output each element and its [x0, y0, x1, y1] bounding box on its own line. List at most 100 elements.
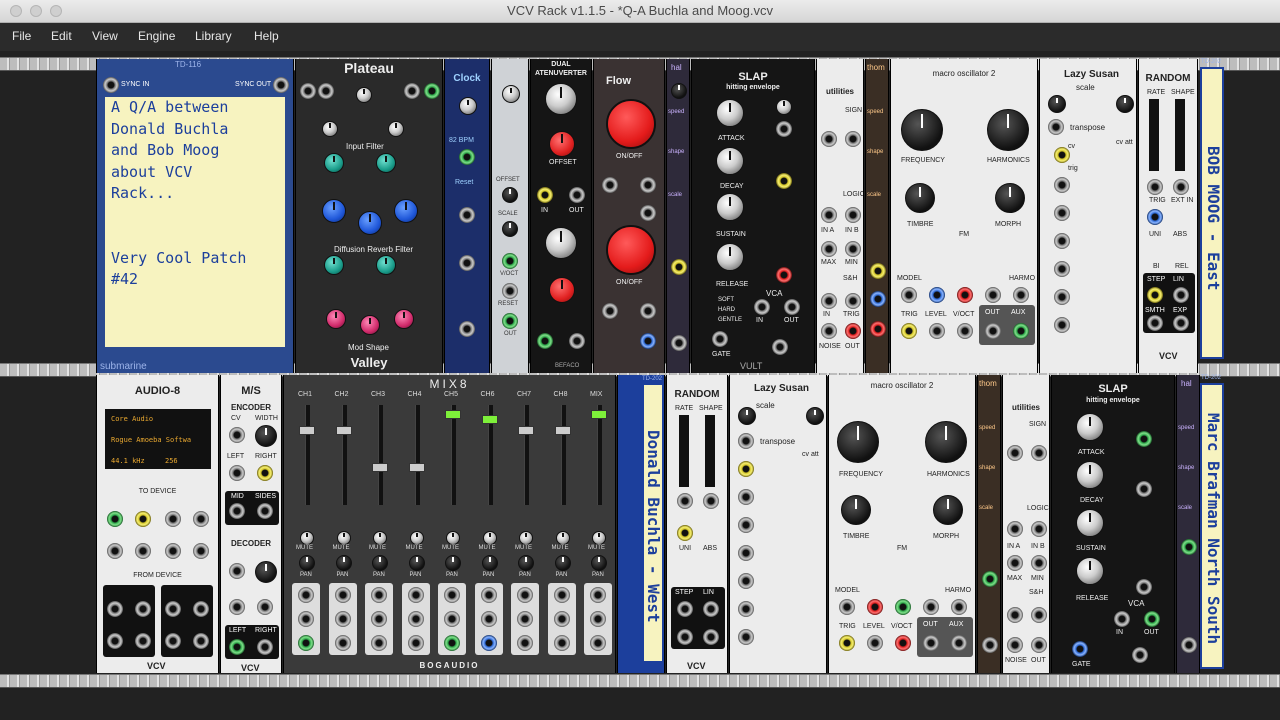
thom-module-2[interactable]: thom speed shape scale [977, 375, 1001, 673]
random-module-2[interactable]: RANDOM RATE SHAPE UNI ABS STEP LIN VCV [666, 375, 728, 673]
lazy-2-row-6-jack[interactable] [738, 629, 754, 645]
menu-view[interactable]: View [92, 29, 118, 43]
low-cut-knob[interactable] [324, 153, 344, 173]
to-device-4-jack[interactable] [193, 511, 209, 527]
to-device-1-jack[interactable] [107, 511, 123, 527]
buchla-strip-module[interactable]: TD-202 Donald Buchla - West [617, 375, 665, 673]
to-device-7-jack[interactable] [165, 543, 181, 559]
sync-out-jack[interactable] [273, 77, 289, 93]
slap-2-release-knob[interactable] [1076, 557, 1104, 585]
logic-inb-jack[interactable] [845, 207, 861, 223]
utilities-2-sh-trig-jack[interactable] [1031, 607, 1047, 623]
menu-library[interactable]: Library [195, 29, 232, 43]
logic-ina-jack[interactable] [821, 207, 837, 223]
mute-button[interactable] [409, 531, 424, 545]
pan-knob[interactable] [299, 555, 315, 571]
voct-jack[interactable] [957, 323, 973, 339]
hal-t-jack[interactable] [671, 335, 687, 351]
thom-x-jack[interactable] [870, 263, 886, 279]
lazy-row-1-jack[interactable] [1054, 177, 1070, 193]
utilities-2-noise-jack[interactable] [1007, 637, 1023, 653]
channel-fader[interactable] [299, 426, 315, 436]
marc-brafman-strip[interactable]: Marc Brafman North South [1200, 383, 1224, 669]
trig-jack[interactable] [901, 323, 917, 339]
utilities-2-out-jack[interactable] [1031, 637, 1047, 653]
flow-rst-2-jack[interactable] [640, 303, 656, 319]
macro-oscillator-module[interactable]: macro oscillator 2 FREQUENCY HARMONICS T… [890, 59, 1038, 373]
hal-module-2[interactable]: hal speed shape scale [1176, 375, 1200, 673]
pan-cv-jack[interactable] [298, 611, 314, 627]
slap-2-release-cv-jack[interactable] [1136, 579, 1152, 595]
enc-right-jack[interactable] [257, 465, 273, 481]
lfo-scale-knob[interactable] [502, 221, 518, 237]
offset-2-knob[interactable] [549, 277, 575, 303]
flow-on-off-2-button[interactable] [606, 225, 656, 275]
channel-in-jack[interactable] [517, 635, 533, 651]
enc-mid-jack[interactable] [229, 503, 245, 519]
rev-low-knob[interactable] [324, 255, 344, 275]
shape-slider[interactable] [1175, 99, 1185, 171]
to-device-6-jack[interactable] [135, 543, 151, 559]
utilities-module[interactable]: utilities SIGN LOGIC IN A IN B MAX MIN S… [816, 59, 864, 373]
slap-2-out-jack[interactable] [1132, 647, 1148, 663]
hal-x-jack[interactable] [671, 259, 687, 275]
slap-2-vca-in-jack[interactable] [1114, 611, 1130, 627]
sustain-knob[interactable] [716, 193, 744, 221]
random-2-trig-jack[interactable] [677, 493, 693, 509]
hal-2-t-jack[interactable] [1181, 637, 1197, 653]
notes-module[interactable]: TD-116 SYNC IN SYNC OUT A Q/A between Do… [96, 59, 294, 373]
hal-2-x-jack[interactable] [1181, 539, 1197, 555]
rev-high-knob[interactable] [376, 255, 396, 275]
dry-knob[interactable] [322, 121, 338, 137]
thom-2-t-jack[interactable] [982, 637, 998, 653]
macro-2-harmonics-knob[interactable] [925, 421, 967, 463]
to-device-5-jack[interactable] [107, 543, 123, 559]
fm-cv-jack[interactable] [957, 287, 973, 303]
noise-jack[interactable] [821, 323, 837, 339]
slap-2-sustain-knob[interactable] [1076, 509, 1104, 537]
mute-button[interactable] [336, 531, 351, 545]
to-device-3-jack[interactable] [165, 511, 181, 527]
macro-2-harmo-cv-jack[interactable] [951, 599, 967, 615]
macro-2-model-jack[interactable] [839, 599, 855, 615]
lazy-row-5-jack[interactable] [1054, 289, 1070, 305]
flow-ext-1-jack[interactable] [602, 177, 618, 193]
thom-module[interactable]: thom speed shape scale [865, 59, 889, 373]
lazy-2-transpose-jack[interactable] [738, 433, 754, 449]
channel-in-jack[interactable] [444, 635, 460, 651]
release-cv-jack[interactable] [776, 267, 792, 283]
dec-width-knob[interactable] [255, 561, 277, 583]
dual-atenuverter-module[interactable]: DUAL ATENUVERTER OFFSET IN OUT BEFACO [530, 59, 592, 373]
from-device-1-jack[interactable] [107, 601, 123, 617]
pan-knob[interactable] [372, 555, 388, 571]
menu-help[interactable]: Help [254, 29, 279, 43]
channel-fader[interactable] [554, 426, 571, 436]
rack-canvas[interactable]: TD-116 SYNC IN SYNC OUT A Q/A between Do… [0, 51, 1280, 720]
lazy-2-row-3-jack[interactable] [738, 545, 754, 561]
lazy-2-row-2-jack[interactable] [738, 517, 754, 533]
diffusion-knob[interactable] [358, 211, 382, 235]
to-device-8-jack[interactable] [193, 543, 209, 559]
slap-2-decay-cv-jack[interactable] [1136, 481, 1152, 497]
enc-left-jack[interactable] [229, 465, 245, 481]
from-device-3-jack[interactable] [165, 601, 181, 617]
model-jack[interactable] [901, 287, 917, 303]
lazy-row-2-jack[interactable] [1054, 205, 1070, 221]
random-trig-jack[interactable] [1147, 179, 1163, 195]
pan-cv-jack[interactable] [371, 611, 387, 627]
macro-aux-jack[interactable] [1013, 323, 1029, 339]
macro-2-frequency-knob[interactable] [837, 421, 879, 463]
level-cv-jack[interactable] [298, 587, 314, 603]
channel-fader[interactable] [335, 426, 352, 436]
enc-sides-jack[interactable] [257, 503, 273, 519]
dec-left-jack[interactable] [229, 639, 245, 655]
slap-2-vca-out-jack[interactable] [1144, 611, 1160, 627]
pan-knob[interactable] [591, 555, 607, 571]
min-jack[interactable] [845, 241, 861, 257]
pan-cv-jack[interactable] [590, 611, 606, 627]
channel-fader[interactable] [408, 462, 425, 472]
slap-2-decay-knob[interactable] [1076, 461, 1104, 489]
lazy-susan-module-2[interactable]: Lazy Susan scale transpose cv att [729, 375, 827, 673]
scale-knob-2[interactable] [1116, 95, 1134, 113]
utilities-2-sign-in-jack[interactable] [1007, 445, 1023, 461]
